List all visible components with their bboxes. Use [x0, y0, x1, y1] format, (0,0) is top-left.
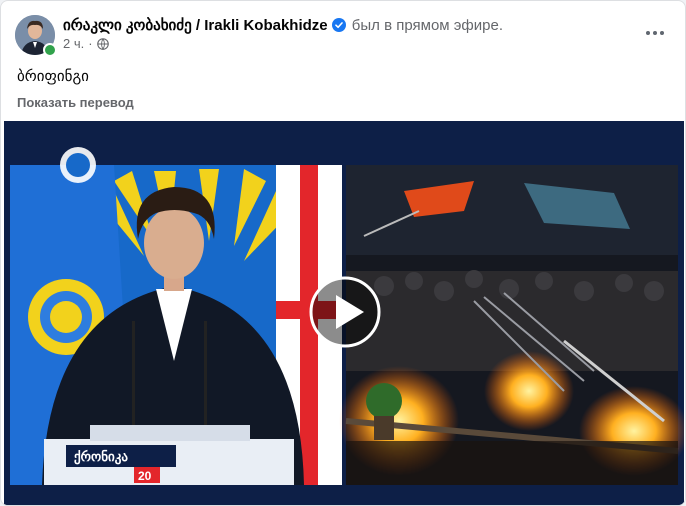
verified-badge-icon	[331, 18, 346, 32]
more-dot-icon	[653, 31, 657, 35]
more-dot-icon	[660, 31, 664, 35]
more-dot-icon	[646, 31, 650, 35]
meta-separator: ·	[88, 36, 93, 51]
ticker-text: ქრონიკა	[74, 449, 128, 465]
post-meta: 2 ч. ·	[63, 36, 109, 51]
globe-icon[interactable]	[96, 37, 109, 50]
channel-number: 20	[138, 469, 152, 483]
video-player[interactable]: ქრონიკა 20	[4, 121, 684, 505]
post-timestamp[interactable]: 2 ч.	[63, 36, 84, 51]
left-video-panel: ქრონიკა 20	[10, 147, 342, 485]
author-name[interactable]: ირაკლი კობახიძე / Irakli Kobakhidze	[63, 17, 328, 34]
show-translation-link[interactable]: Показать перевод	[17, 95, 134, 110]
online-status-dot	[43, 43, 57, 57]
post-action-text: был в прямом эфире.	[351, 17, 504, 34]
more-options-button[interactable]	[643, 23, 667, 43]
right-video-panel	[339, 165, 684, 485]
post-header: ირაკლი კობახიძე / Irakli Kobakhidze был …	[63, 16, 503, 34]
feed-post-card: ირაკლი კობახიძე / Irakli Kobakhidze был …	[0, 0, 686, 506]
play-button-icon[interactable]	[309, 276, 381, 348]
video-frame: ქრონიკა 20	[4, 121, 684, 505]
post-text: ბრიფინგი	[17, 68, 89, 85]
